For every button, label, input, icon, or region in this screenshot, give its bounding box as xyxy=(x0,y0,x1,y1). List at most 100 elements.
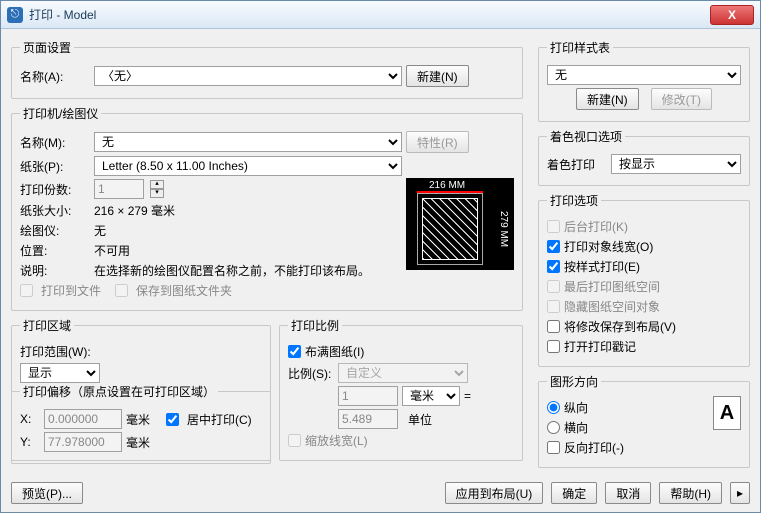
bg-print-checkbox xyxy=(547,220,560,233)
scale-den-input xyxy=(338,409,398,429)
viewport-legend: 着色视口选项 xyxy=(547,128,625,145)
ratio-select: 自定义 xyxy=(338,363,468,383)
save-to-sheet-checkbox xyxy=(115,284,128,297)
print-area-legend: 打印区域 xyxy=(20,317,74,334)
scale-lw-checkbox xyxy=(288,434,301,447)
style-label: 按样式打印(E) xyxy=(564,258,640,275)
printer-name-label: 名称(M): xyxy=(20,134,90,151)
hide-paper-checkbox xyxy=(547,300,560,313)
print-to-file-checkbox xyxy=(20,284,33,297)
print-options-group: 打印选项 后台打印(K) 打印对象线宽(O) 按样式打印(E) 最后打印图纸空间… xyxy=(538,192,750,367)
landscape-radio[interactable] xyxy=(547,421,560,434)
paper-size-label: 纸张大小: xyxy=(20,202,90,219)
range-select[interactable]: 显示 xyxy=(20,363,100,383)
position-value: 不可用 xyxy=(94,242,130,259)
offset-group: 打印偏移（原点设置在可打印区域） X: 毫米 居中打印(C) Y: 毫米 xyxy=(11,383,271,464)
desc-value: 在选择新的绘图仪配置名称之前，不能打印该布局。 xyxy=(94,262,370,279)
ratio-label: 比例(S): xyxy=(288,365,334,382)
lw-checkbox[interactable] xyxy=(547,240,560,253)
style-table-legend: 打印样式表 xyxy=(547,39,613,56)
paper-size-value: 216 × 279 毫米 xyxy=(94,202,175,219)
style-new-button[interactable]: 新建(N) xyxy=(576,88,639,110)
paper-select[interactable]: Letter (8.50 x 11.00 Inches) xyxy=(94,156,402,176)
x-unit: 毫米 xyxy=(126,411,150,428)
shade-label: 着色打印 xyxy=(547,156,607,173)
close-button[interactable]: X xyxy=(710,5,754,25)
plotter-label: 绘图仪: xyxy=(20,222,90,239)
landscape-label: 横向 xyxy=(564,419,588,436)
copies-spinner[interactable]: ▴▾ xyxy=(150,180,164,198)
style-checkbox[interactable] xyxy=(547,260,560,273)
center-checkbox[interactable] xyxy=(166,413,179,426)
x-input xyxy=(44,409,122,429)
page-name-select[interactable]: 〈无〉 xyxy=(94,66,402,86)
preview-width-label: 216 MM xyxy=(429,180,465,191)
print-to-file-label: 打印到文件 xyxy=(41,282,101,299)
orientation-legend: 图形方向 xyxy=(547,373,601,390)
app-icon: ⎋ xyxy=(7,7,23,23)
reverse-checkbox[interactable] xyxy=(547,441,560,454)
paper-last-checkbox xyxy=(547,280,560,293)
cancel-button[interactable]: 取消 xyxy=(605,482,651,504)
shade-select[interactable]: 按显示 xyxy=(611,154,741,174)
y-input xyxy=(44,432,122,452)
copies-label: 打印份数: xyxy=(20,181,90,198)
position-label: 位置: xyxy=(20,242,90,259)
printer-props-button: 特性(R) xyxy=(406,131,469,153)
help-button[interactable]: 帮助(H) xyxy=(659,482,722,504)
copies-input xyxy=(94,179,144,199)
desc-label: 说明: xyxy=(20,262,90,279)
y-label: Y: xyxy=(20,435,40,449)
lw-label: 打印对象线宽(O) xyxy=(564,238,653,255)
save-to-sheet-label: 保存到图纸文件夹 xyxy=(136,282,232,299)
hide-paper-label: 隐藏图纸空间对象 xyxy=(564,298,660,315)
save-layout-label: 将修改保存到布局(V) xyxy=(564,318,676,335)
scale-num-input xyxy=(338,386,398,406)
preview-button[interactable]: 预览(P)... xyxy=(11,482,83,504)
portrait-radio[interactable] xyxy=(547,401,560,414)
style-table-group: 打印样式表 无 新建(N) 修改(T) xyxy=(538,39,750,122)
reverse-label: 反向打印(-) xyxy=(564,439,624,456)
expand-button[interactable]: ▸ xyxy=(730,482,750,504)
plotter-value: 无 xyxy=(94,222,106,239)
orientation-group: 图形方向 纵向 横向 反向打印(-) A xyxy=(538,373,750,468)
orientation-icon: A xyxy=(713,396,741,430)
stamp-checkbox[interactable] xyxy=(547,340,560,353)
ok-button[interactable]: 确定 xyxy=(551,482,597,504)
page-new-button[interactable]: 新建(N) xyxy=(406,65,469,87)
page-setup-group: 页面设置 名称(A): 〈无〉 新建(N) xyxy=(11,39,523,99)
printer-legend: 打印机/绘图仪 xyxy=(20,105,101,122)
page-name-label: 名称(A): xyxy=(20,68,90,85)
fit-checkbox[interactable] xyxy=(288,345,301,358)
window-title: 打印 - Model xyxy=(29,6,96,23)
portrait-label: 纵向 xyxy=(564,399,588,416)
print-scale-group: 打印比例 布满图纸(I) 比例(S): 自定义 毫米 = 单位 缩放线宽(L) xyxy=(279,317,523,461)
paper-label: 纸张(P): xyxy=(20,158,90,175)
style-table-select[interactable]: 无 xyxy=(547,65,741,85)
x-label: X: xyxy=(20,412,40,426)
center-label: 居中打印(C) xyxy=(187,411,252,428)
eq-label: = xyxy=(464,389,471,403)
titlebar: ⎋ 打印 - Model X xyxy=(1,1,760,29)
range-label: 打印范围(W): xyxy=(20,343,91,360)
print-options-legend: 打印选项 xyxy=(547,192,601,209)
printer-group: 打印机/绘图仪 名称(M): 无 特性(R) 纸张(P): Letter (8.… xyxy=(11,105,523,311)
fit-label: 布满图纸(I) xyxy=(305,343,364,360)
page-setup-legend: 页面设置 xyxy=(20,39,74,56)
preview-height-label: 279 MM xyxy=(498,211,509,247)
scale-unit-label: 单位 xyxy=(402,411,460,428)
apply-layout-button[interactable]: 应用到布局(U) xyxy=(445,482,544,504)
viewport-group: 着色视口选项 着色打印 按显示 xyxy=(538,128,750,186)
print-scale-legend: 打印比例 xyxy=(288,317,342,334)
paper-last-label: 最后打印图纸空间 xyxy=(564,278,660,295)
scale-lw-label: 缩放线宽(L) xyxy=(305,432,368,449)
scale-unit-select[interactable]: 毫米 xyxy=(402,386,460,406)
y-unit: 毫米 xyxy=(126,434,150,451)
stamp-label: 打开打印戳记 xyxy=(564,338,636,355)
style-edit-button: 修改(T) xyxy=(651,88,712,110)
save-layout-checkbox[interactable] xyxy=(547,320,560,333)
offset-legend: 打印偏移（原点设置在可打印区域） xyxy=(20,383,218,400)
footer: 预览(P)... 应用到布局(U) 确定 取消 帮助(H) ▸ xyxy=(11,482,750,504)
printer-name-select[interactable]: 无 xyxy=(94,132,402,152)
paper-preview: 216 MM 279 MM xyxy=(406,178,514,270)
